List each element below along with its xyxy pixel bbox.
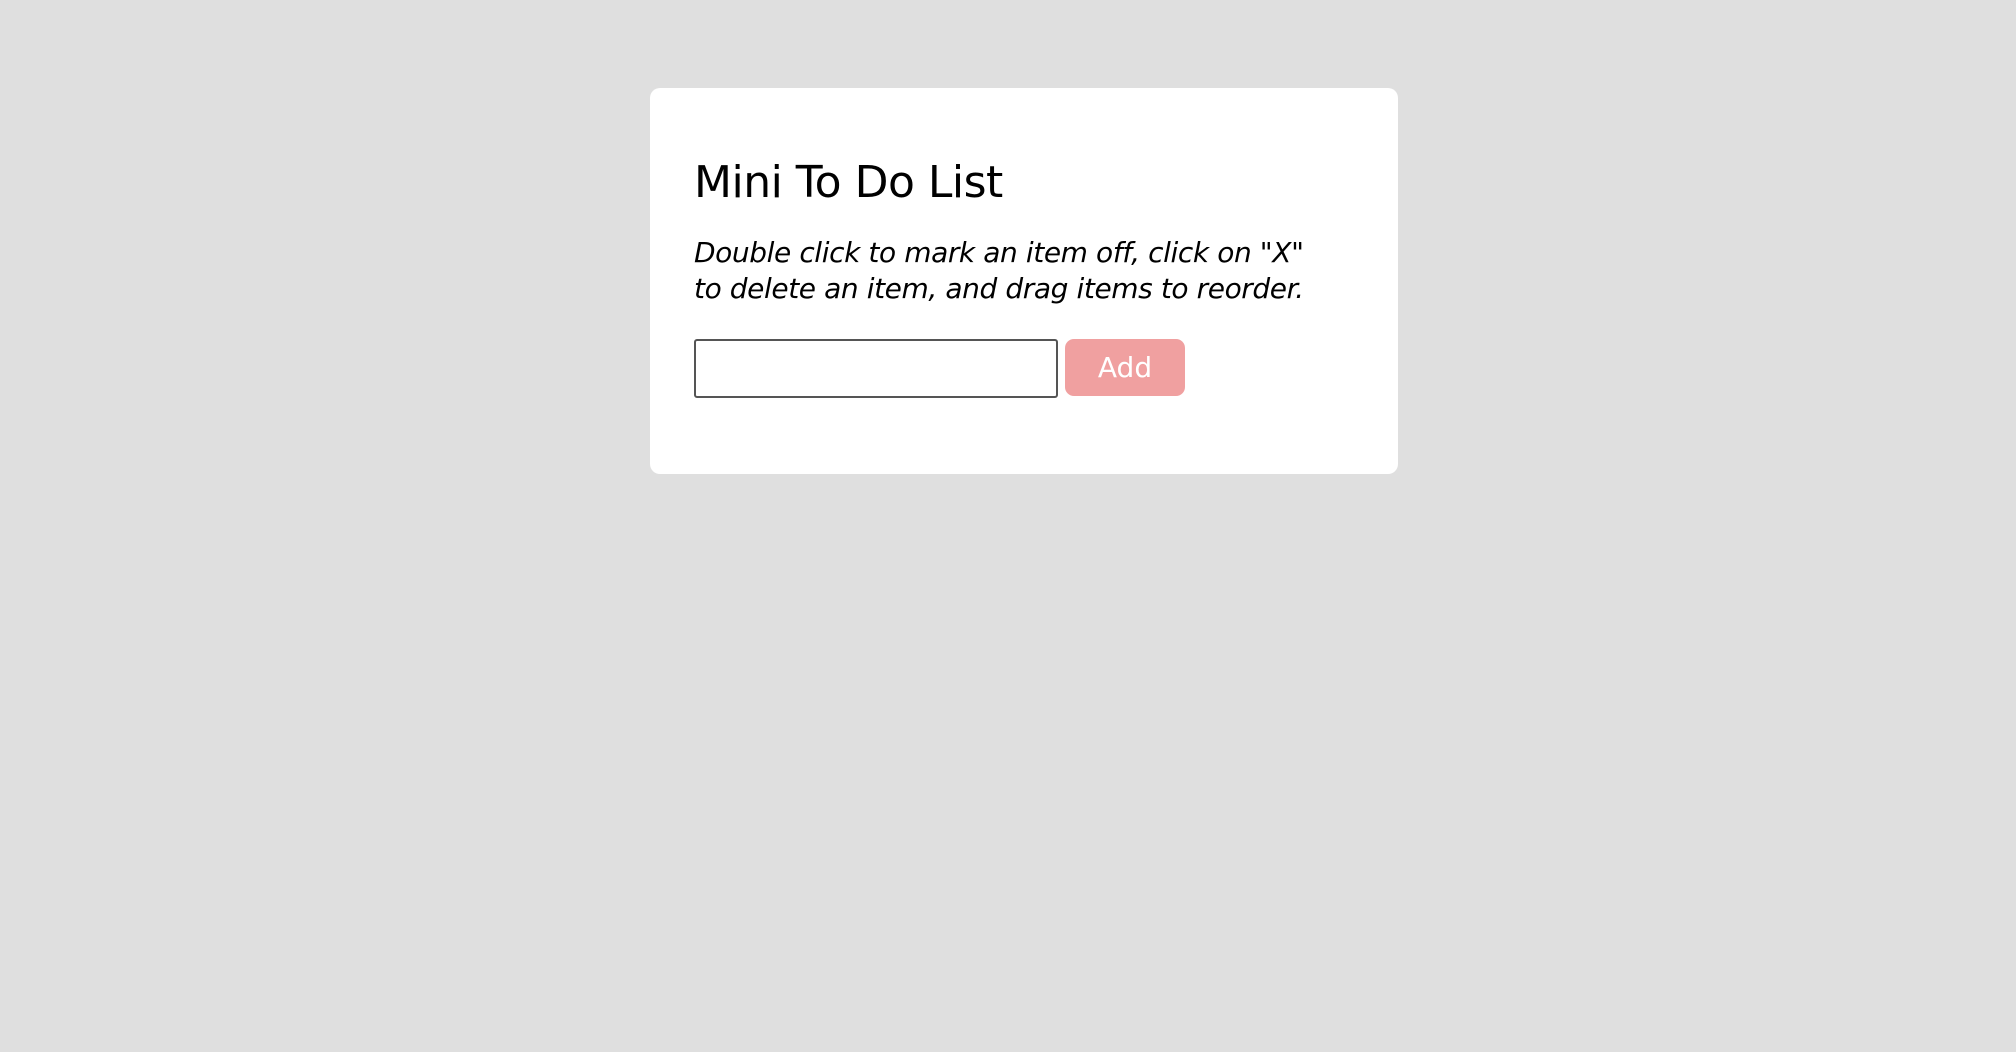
- add-button[interactable]: Add: [1065, 338, 1185, 396]
- add-item-form: Add: [694, 338, 1354, 398]
- page-title: Mini To Do List: [694, 157, 1003, 208]
- instructions-text: Double click to mark an item off, click …: [694, 235, 1304, 305]
- todo-card: Mini To Do List Double click to mark an …: [650, 88, 1398, 474]
- new-item-input[interactable]: [694, 338, 1058, 398]
